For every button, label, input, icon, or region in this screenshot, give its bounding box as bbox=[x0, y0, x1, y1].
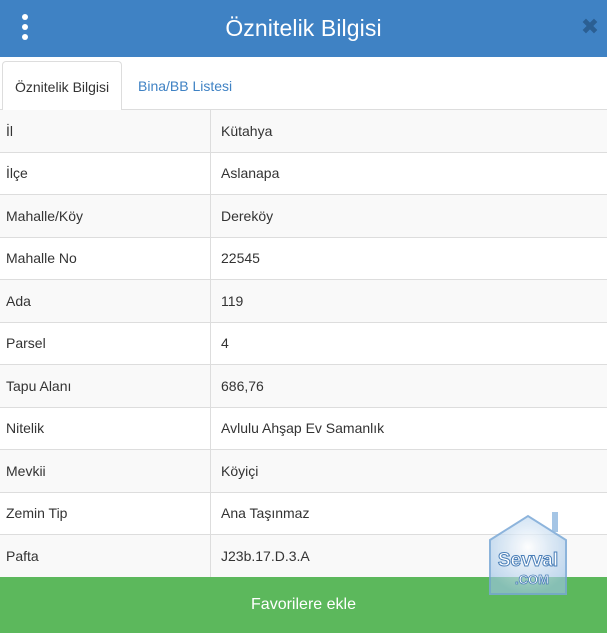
attribute-value: Dereköy bbox=[221, 207, 274, 224]
table-row: İl Kütahya bbox=[0, 110, 607, 153]
attribute-table: İl Kütahya İlçe Aslanapa Mahalle/Köy Der… bbox=[0, 110, 607, 578]
attribute-value: J23b.17.D.3.A bbox=[221, 547, 310, 564]
table-row: İlçe Aslanapa bbox=[0, 152, 607, 195]
table-row: Ada 119 bbox=[0, 280, 607, 323]
attribute-key: Pafta bbox=[0, 535, 211, 577]
attribute-value: 119 bbox=[221, 292, 244, 309]
attribute-value: Aslanapa bbox=[221, 165, 280, 182]
attribute-key: Mahalle No bbox=[0, 237, 211, 279]
attribute-value: 22545 bbox=[221, 250, 260, 267]
attribute-key: Nitelik bbox=[0, 407, 211, 449]
attribute-value: Kütahya bbox=[221, 122, 273, 139]
attribute-key: Parsel bbox=[0, 322, 211, 364]
table-row: Nitelik Avlulu Ahşap Ev Samanlık bbox=[0, 407, 607, 450]
kebab-menu-icon[interactable] bbox=[16, 14, 34, 40]
table-row: Tapu Alanı 686,76 bbox=[0, 365, 607, 408]
table-row: Zemin Tip Ana Taşınmaz bbox=[0, 492, 607, 535]
table-row: Mahalle No 22545 bbox=[0, 237, 607, 280]
attribute-key: İlçe bbox=[0, 152, 211, 194]
attribute-key: Mahalle/Köy bbox=[0, 195, 211, 237]
tab-building-list[interactable]: Bina/BB Listesi bbox=[126, 61, 244, 111]
attribute-value: Ana Taşınmaz bbox=[221, 505, 310, 522]
attribute-value: 686,76 bbox=[221, 377, 264, 394]
table-row: Mevkii Köyiçi bbox=[0, 450, 607, 493]
attribute-value: Köyiçi bbox=[221, 462, 259, 479]
attribute-value: 4 bbox=[221, 335, 229, 352]
tab-bar: Öznitelik Bilgisi Bina/BB Listesi bbox=[0, 57, 607, 111]
add-to-favorites-button[interactable]: Favorilere ekle bbox=[0, 577, 607, 633]
modal-title: Öznitelik Bilgisi bbox=[225, 15, 382, 41]
attribute-key: Zemin Tip bbox=[0, 492, 211, 534]
table-row: Parsel 4 bbox=[0, 322, 607, 365]
close-icon[interactable]: ✖ bbox=[579, 14, 601, 40]
attribute-key: Mevkii bbox=[0, 450, 211, 492]
menu-dot bbox=[22, 34, 28, 40]
attribute-key: İl bbox=[0, 110, 211, 152]
attribute-key: Ada bbox=[0, 280, 211, 322]
attribute-key: Tapu Alanı bbox=[0, 365, 211, 407]
menu-dot bbox=[22, 24, 28, 30]
attribute-value: Avlulu Ahşap Ev Samanlık bbox=[221, 420, 385, 437]
tab-attribute-info[interactable]: Öznitelik Bilgisi bbox=[2, 61, 123, 111]
modal-header: Öznitelik Bilgisi ✖ bbox=[0, 0, 607, 57]
table-row: Pafta J23b.17.D.3.A bbox=[0, 535, 607, 578]
table-row: Mahalle/Köy Dereköy bbox=[0, 195, 607, 238]
menu-dot bbox=[22, 14, 28, 20]
